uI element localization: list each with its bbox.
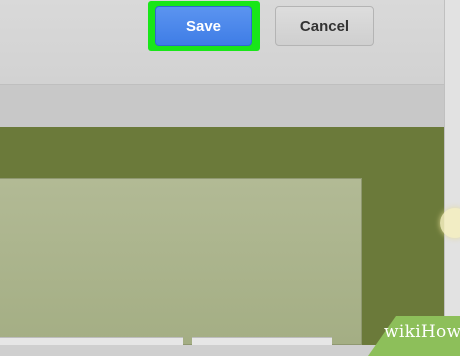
save-button[interactable]: Save bbox=[155, 6, 252, 46]
bottom-panel-left bbox=[0, 337, 183, 345]
secondary-toolbar bbox=[0, 84, 444, 128]
cancel-button[interactable]: Cancel bbox=[275, 6, 374, 46]
vertical-scrollbar[interactable] bbox=[444, 0, 460, 345]
bottom-panel-right bbox=[192, 337, 332, 345]
image-preview bbox=[0, 178, 362, 345]
watermark-logo: wikiHow bbox=[384, 322, 460, 342]
